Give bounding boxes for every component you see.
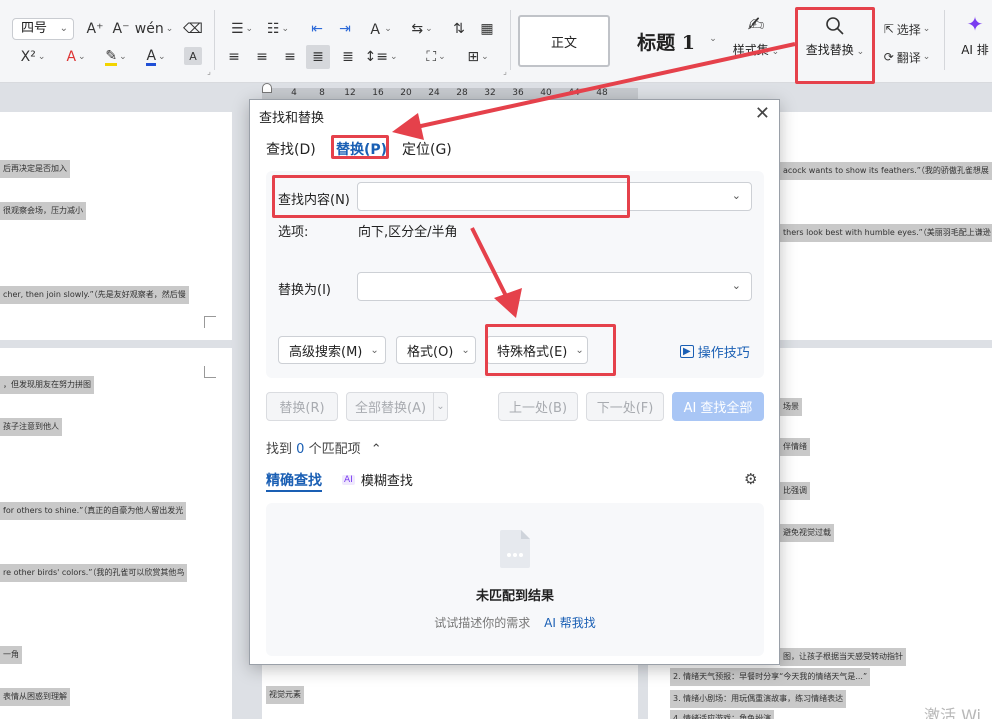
annotation-arrows [392,42,796,318]
